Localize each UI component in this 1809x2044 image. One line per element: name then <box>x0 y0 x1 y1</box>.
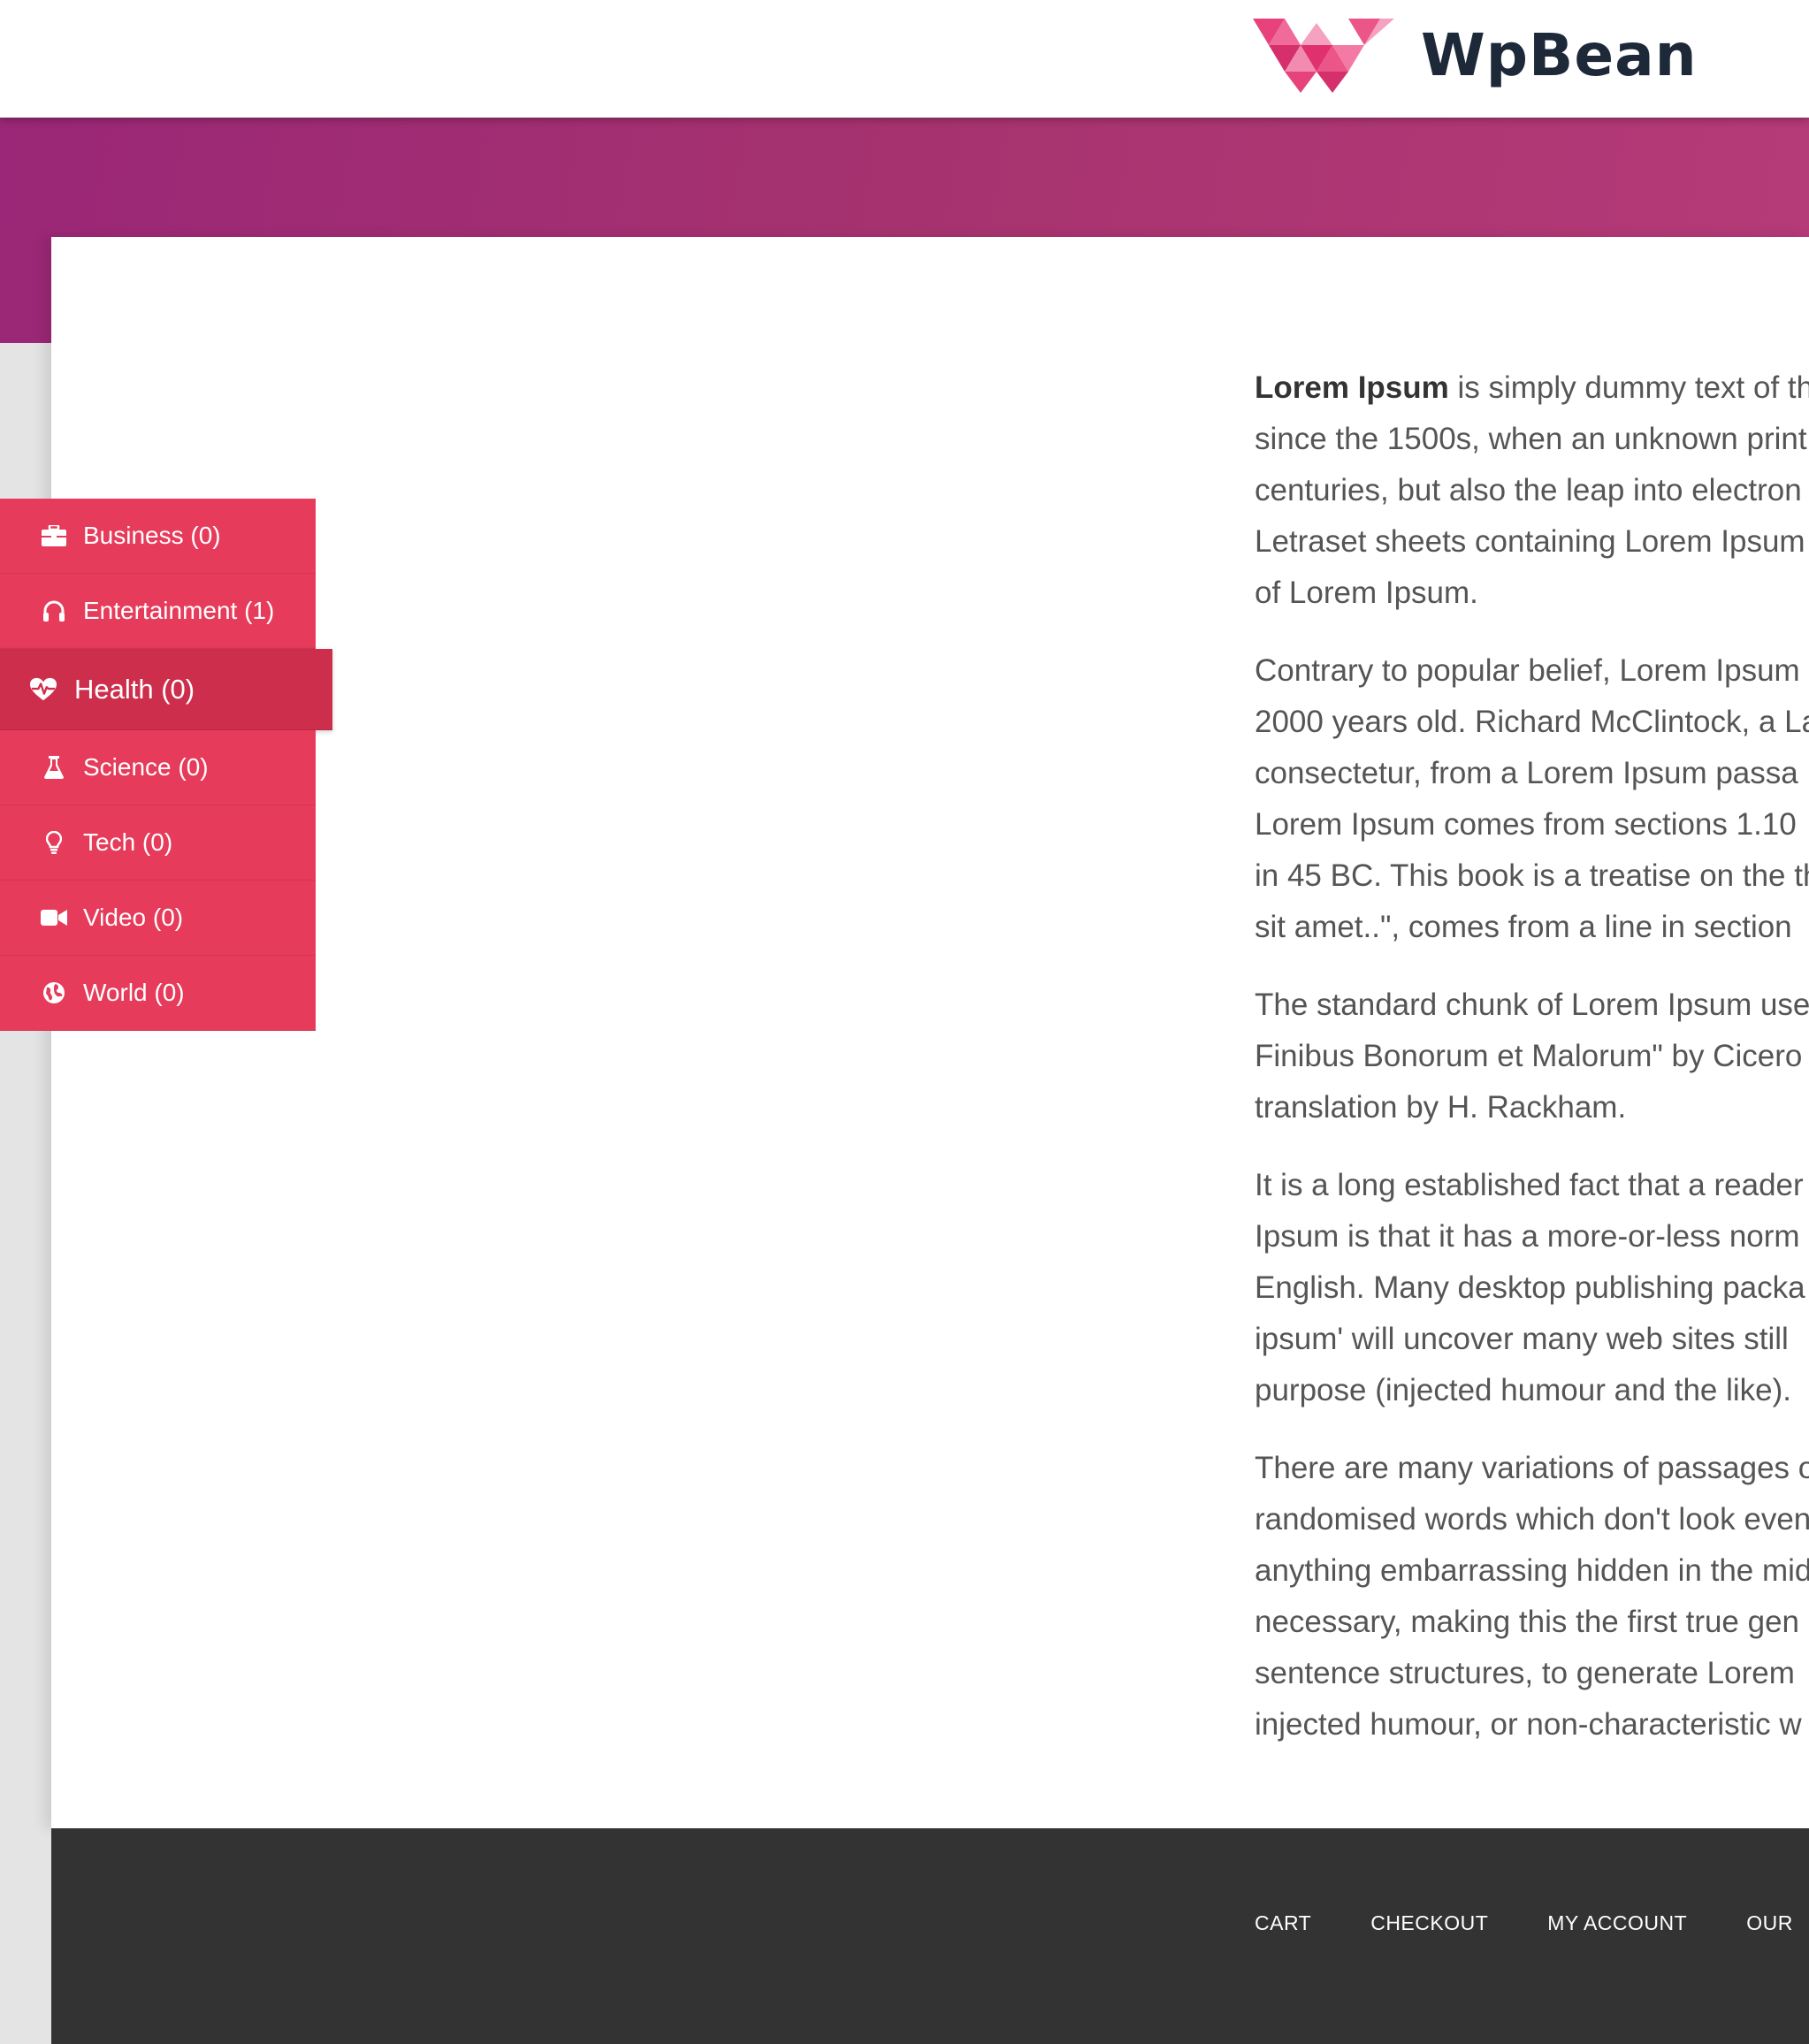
footer-link-cart[interactable]: CART <box>1255 1911 1311 1935</box>
text-line: Letraset sheets containing Lorem Ipsum <box>1255 524 1805 559</box>
text-line: purpose (injected humour and the like). <box>1255 1373 1792 1407</box>
footer-nav: CART CHECKOUT MY ACCOUNT OUR <box>1255 1911 1809 1935</box>
sidebar-item-business[interactable]: Business (0) <box>0 499 316 574</box>
footer-link-my-account[interactable]: MY ACCOUNT <box>1547 1911 1687 1935</box>
sidebar-item-video[interactable]: Video (0) <box>0 881 316 956</box>
text-line: Finibus Bonorum et Malorum" by Cicero <box>1255 1039 1803 1073</box>
lightbulb-icon <box>41 829 67 856</box>
paragraph-3: The standard chunk of Lorem Ipsum use Fi… <box>1255 980 1809 1133</box>
sidebar-item-world[interactable]: World (0) <box>0 956 316 1031</box>
text-line: in 45 BC. This book is a treatise on the… <box>1255 858 1809 893</box>
text-line: Contrary to popular belief, Lorem Ipsum <box>1255 653 1800 688</box>
footer-link-our[interactable]: OUR <box>1746 1911 1793 1935</box>
text-line: injected humour, or non-characteristic w <box>1255 1707 1802 1742</box>
text-line: since the 1500s, when an unknown print <box>1255 422 1807 456</box>
text-line: consectetur, from a Lorem Ipsum passa <box>1255 756 1798 790</box>
category-sidebar: Business (0) Entertainment (1) Health (0… <box>0 499 332 1031</box>
text-line: necessary, making this the first true ge… <box>1255 1605 1800 1639</box>
paragraph-4: It is a long established fact that a rea… <box>1255 1160 1809 1416</box>
article-body: Lorem Ipsum is simply dummy text of th s… <box>1255 362 1809 1777</box>
text-line: Lorem Ipsum is simply dummy text of th <box>1255 362 1809 414</box>
sidebar-item-entertainment[interactable]: Entertainment (1) <box>0 574 316 649</box>
text-line: centuries, but also the leap into electr… <box>1255 473 1802 507</box>
briefcase-icon <box>41 522 67 549</box>
wpbean-w-logo-icon <box>1253 19 1394 93</box>
text-line: randomised words which don't look even <box>1255 1502 1809 1537</box>
sidebar-item-label: Video (0) <box>83 904 184 931</box>
video-camera-icon <box>41 904 67 931</box>
site-header: WpBean <box>0 0 1809 118</box>
sidebar-item-science[interactable]: Science (0) <box>0 730 316 805</box>
footer-link-checkout[interactable]: CHECKOUT <box>1370 1911 1488 1935</box>
site-footer <box>51 1828 1809 2044</box>
sidebar-item-label: Health (0) <box>74 673 195 705</box>
text-line: of Lorem Ipsum. <box>1255 576 1478 610</box>
sidebar-item-health[interactable]: Health (0) <box>0 649 332 730</box>
headphones-icon <box>41 598 67 624</box>
text-line: sit amet..", comes from a line in sectio… <box>1255 910 1792 944</box>
text-line: Lorem Ipsum comes from sections 1.10 <box>1255 807 1797 842</box>
sidebar-item-label: World (0) <box>83 979 185 1006</box>
text-line: ipsum' will uncover many web sites still <box>1255 1322 1789 1356</box>
sidebar-item-label: Entertainment (1) <box>83 597 275 624</box>
bold-term: Lorem Ipsum <box>1255 370 1449 405</box>
text-line: translation by H. Rackham. <box>1255 1090 1627 1125</box>
text-line: anything embarrassing hidden in the mid <box>1255 1553 1809 1588</box>
site-logo[interactable]: WpBean <box>1253 16 1698 95</box>
text-line: Ipsum is that it has a more-or-less norm <box>1255 1219 1800 1254</box>
heartbeat-icon <box>30 676 57 703</box>
sidebar-item-label: Science (0) <box>83 753 209 781</box>
text-line: The standard chunk of Lorem Ipsum use <box>1255 988 1809 1022</box>
sidebar-item-label: Tech (0) <box>83 828 173 856</box>
text-line: It is a long established fact that a rea… <box>1255 1168 1804 1202</box>
text-line: sentence structures, to generate Lorem <box>1255 1656 1795 1690</box>
text-line: There are many variations of passages o <box>1255 1451 1809 1485</box>
flask-icon <box>41 754 67 781</box>
text-fragment: is simply dummy text of th <box>1448 370 1809 405</box>
text-line: 2000 years old. Richard McClintock, a La <box>1255 705 1809 739</box>
sidebar-item-label: Business (0) <box>83 522 221 549</box>
sidebar-item-tech[interactable]: Tech (0) <box>0 805 316 881</box>
logo-text: WpBean <box>1421 21 1698 89</box>
text-line: English. Many desktop publishing packa <box>1255 1270 1805 1305</box>
paragraph-5: There are many variations of passages o … <box>1255 1443 1809 1750</box>
paragraph-1: Lorem Ipsum is simply dummy text of th s… <box>1255 362 1809 619</box>
globe-icon <box>41 980 67 1006</box>
paragraph-2: Contrary to popular belief, Lorem Ipsum … <box>1255 645 1809 953</box>
